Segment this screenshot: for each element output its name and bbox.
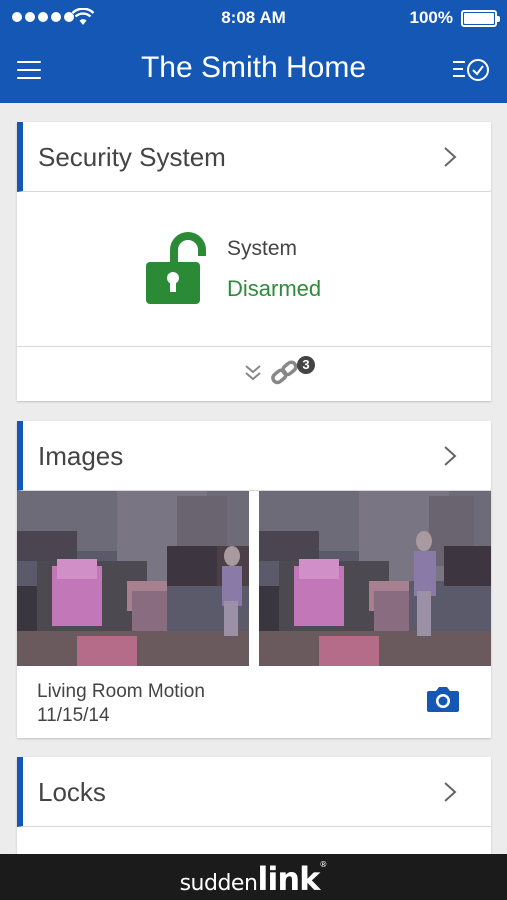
- security-system-header[interactable]: Security System: [17, 122, 491, 192]
- double-chevron-down-icon: [245, 365, 261, 381]
- images-header[interactable]: Images: [17, 421, 491, 491]
- locks-title: Locks: [38, 777, 106, 807]
- battery-icon: [461, 10, 500, 27]
- locks-card: Locks: [17, 757, 491, 857]
- camera-image-thumbnail[interactable]: [17, 491, 249, 666]
- system-label: System: [227, 237, 298, 260]
- camera-image-thumbnail[interactable]: [259, 491, 491, 666]
- security-system-card: Security System System Disarmed 3: [17, 122, 491, 401]
- chevron-right-icon: [444, 782, 457, 802]
- image-caption: Living Room Motion: [37, 681, 205, 702]
- unlocked-padlock-icon: [146, 232, 206, 304]
- system-status: Disarmed: [227, 276, 322, 301]
- camera-icon[interactable]: [426, 685, 460, 713]
- suddenlink-logo: suddenlink®: [179, 860, 328, 898]
- brand-footer: suddenlink®: [0, 854, 507, 900]
- security-expand-row[interactable]: 3: [17, 347, 491, 399]
- link-count-badge: 3: [297, 356, 315, 374]
- security-system-title: Security System: [38, 142, 226, 172]
- chevron-right-icon: [444, 446, 457, 466]
- security-status-panel: System Disarmed: [17, 192, 491, 347]
- images-card: Images Living Room Motion 11/15/14: [17, 421, 491, 738]
- battery-percentage: 100%: [409, 8, 453, 27]
- chevron-right-icon: [444, 147, 457, 167]
- status-bar: 8:08 AM 100%: [0, 0, 507, 36]
- locks-header[interactable]: Locks: [17, 757, 491, 827]
- image-thumbnails: [17, 491, 491, 666]
- nav-bar: The Smith Home: [0, 36, 507, 103]
- schedule-check-icon[interactable]: [451, 56, 491, 84]
- page-title: The Smith Home: [140, 51, 367, 84]
- image-date: 11/15/14: [37, 705, 110, 726]
- images-title: Images: [38, 441, 124, 471]
